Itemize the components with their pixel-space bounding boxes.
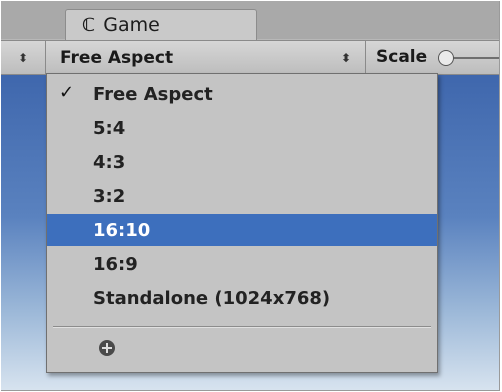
game-controller-icon: ℂ xyxy=(82,14,96,36)
game-toolbar: ⬍ Free Aspect ⬍ Scale xyxy=(1,40,499,75)
menu-item-label: 16:9 xyxy=(93,253,138,275)
menu-item-5-4[interactable]: 5:4 xyxy=(47,112,437,144)
menu-item-3-2[interactable]: 3:2 xyxy=(47,180,437,212)
add-circle-icon[interactable] xyxy=(99,340,115,356)
menu-item-standalone[interactable]: Standalone (1024x768) xyxy=(47,282,437,314)
menu-item-label: Free Aspect xyxy=(93,83,213,105)
display-dropdown[interactable]: ⬍ xyxy=(1,41,46,74)
tab-strip: ℂ Game xyxy=(1,1,499,40)
scale-label: Scale xyxy=(376,47,428,67)
aspect-dropdown-value: Free Aspect xyxy=(60,47,174,68)
tab-game[interactable]: ℂ Game xyxy=(65,9,257,40)
menu-item-16-10[interactable]: 16:10 xyxy=(47,214,437,246)
aspect-dropdown[interactable]: Free Aspect ⬍ xyxy=(46,41,366,74)
dropdown-arrows-icon: ⬍ xyxy=(17,50,29,65)
menu-item-16-9[interactable]: 16:9 xyxy=(47,248,437,280)
checkmark-icon: ✓ xyxy=(59,82,75,103)
menu-item-label: 16:10 xyxy=(93,219,151,241)
scale-slider-handle[interactable] xyxy=(438,50,454,66)
menu-item-label: 5:4 xyxy=(93,117,126,139)
dropdown-arrows-icon: ⬍ xyxy=(340,51,351,65)
menu-item-label: Standalone (1024x768) xyxy=(93,287,331,309)
menu-item-label: 4:3 xyxy=(93,151,126,173)
aspect-dropdown-menu: ✓ Free Aspect 5:4 4:3 3:2 16:10 16:9 Sta… xyxy=(46,73,438,373)
menu-separator xyxy=(53,326,431,328)
tab-label: Game xyxy=(103,14,160,36)
menu-item-label: 3:2 xyxy=(93,185,126,207)
menu-item-free-aspect[interactable]: ✓ Free Aspect xyxy=(47,78,437,110)
game-window: ℂ Game ⬍ Free Aspect ⬍ Scale ✓ Free Aspe… xyxy=(1,1,500,391)
menu-item-4-3[interactable]: 4:3 xyxy=(47,146,437,178)
